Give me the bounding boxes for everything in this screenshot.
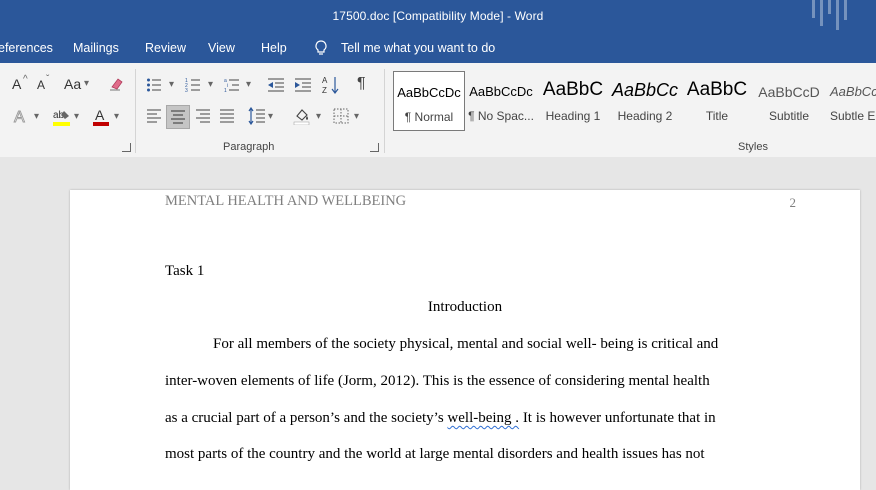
style-sample: AaBbCcDc — [397, 85, 461, 100]
svg-text:i: i — [227, 83, 228, 89]
chevron-down-icon: ▾ — [114, 111, 120, 122]
chevron-down-icon: ▾ — [316, 111, 322, 122]
styles-group-label: Styles — [738, 141, 768, 153]
page-header[interactable]: MENTAL HEALTH AND WELLBEING — [165, 193, 406, 210]
chevron-down-icon: ▾ — [34, 111, 40, 122]
flagged-word[interactable]: well-being . — [447, 410, 519, 426]
style-label: Heading 2 — [617, 109, 673, 123]
chevron-down-icon: ▾ — [169, 79, 175, 90]
tab-review[interactable]: Review — [145, 41, 186, 55]
text-effects-icon[interactable]: A — [12, 107, 30, 125]
shading-icon[interactable] — [293, 107, 311, 125]
paragraph-group-label: Paragraph — [223, 141, 275, 153]
font-dialog-launcher[interactable] — [122, 143, 131, 152]
style-sample: AaBbC — [542, 79, 604, 100]
style-sample: AaBbCc — [611, 80, 679, 100]
align-left-icon[interactable] — [146, 109, 162, 123]
tab-mailings[interactable]: Mailings — [73, 41, 119, 55]
highlight-color-icon[interactable]: ab — [52, 107, 72, 127]
svg-text:A: A — [14, 109, 25, 125]
style-sample: AaBbC — [686, 79, 748, 100]
numbering-icon[interactable]: 1 2 3 — [185, 77, 201, 93]
style-title[interactable]: AaBbC Title — [682, 71, 752, 129]
task-heading[interactable]: Task 1 — [165, 263, 204, 280]
ribbon: A ^ A ˇ Aa ▾ A ▾ ab ▾ A ▾ ▾ 1 2 3 ▾ a i … — [0, 63, 876, 158]
align-center-button[interactable] — [166, 105, 190, 129]
svg-text:A: A — [322, 76, 328, 85]
align-right-icon[interactable] — [195, 109, 211, 123]
shrink-font-button[interactable]: A — [37, 78, 45, 92]
body-line-2[interactable]: inter-woven elements of life (Jorm, 2012… — [165, 373, 710, 390]
grow-font-button[interactable]: A — [12, 76, 21, 92]
align-center-icon — [171, 110, 185, 124]
style-normal[interactable]: AaBbCcDc ¶ Normal — [393, 71, 465, 131]
show-formatting-marks-icon[interactable]: ¶ — [357, 75, 366, 93]
chevron-down-icon: ▾ — [354, 111, 360, 122]
style-subtle-emphasis[interactable]: AaBbCcD Subtle Em — [826, 71, 876, 129]
font-color-icon[interactable]: A — [92, 107, 110, 127]
style-label: Title — [705, 109, 729, 123]
tell-me-search[interactable]: Tell me what you want to do — [341, 41, 495, 55]
grow-font-sup-icon: ^ — [23, 74, 28, 85]
sort-icon[interactable]: AZ — [322, 75, 340, 95]
borders-icon[interactable] — [333, 108, 349, 124]
style-subtitle[interactable]: AaBbCcD Subtitle — [754, 71, 824, 129]
style-heading-2[interactable]: AaBbCc Heading 2 — [610, 71, 680, 129]
chevron-down-icon: ▾ — [84, 78, 90, 89]
svg-text:1: 1 — [224, 88, 227, 93]
title-bar: 17500.doc [Compatibility Mode] - Word — [0, 0, 876, 33]
svg-text:3: 3 — [185, 88, 188, 93]
chevron-down-icon: ▾ — [74, 111, 80, 122]
document-page[interactable]: MENTAL HEALTH AND WELLBEING 2 Task 1 Int… — [70, 190, 860, 490]
introduction-heading[interactable]: Introduction — [70, 299, 860, 316]
body-line-3-end: It is however unfortunate that in — [522, 410, 716, 426]
group-divider — [135, 69, 136, 153]
style-label: ¶ No Spac... — [468, 109, 534, 123]
style-label: Subtitle — [768, 109, 810, 123]
body-line-3[interactable]: as a crucial part of a person’s and the … — [165, 410, 716, 427]
tab-references[interactable]: eferences — [0, 41, 53, 55]
style-heading-1[interactable]: AaBbC Heading 1 — [538, 71, 608, 129]
chevron-down-icon: ▾ — [208, 79, 214, 90]
increase-indent-icon[interactable] — [294, 77, 312, 93]
style-sample: AaBbCcD — [758, 84, 820, 100]
change-case-button[interactable]: Aa — [64, 76, 81, 92]
style-sample: AaBbCcD — [830, 84, 876, 99]
clear-formatting-icon[interactable] — [108, 76, 124, 92]
paragraph-dialog-launcher[interactable] — [370, 143, 379, 152]
style-sample: AaBbCcDc — [469, 84, 533, 99]
tab-view[interactable]: View — [208, 41, 235, 55]
line-spacing-icon[interactable] — [248, 107, 266, 125]
style-label: Heading 1 — [545, 109, 601, 123]
body-line-1[interactable]: For all members of the society physical,… — [213, 336, 718, 353]
svg-text:Z: Z — [322, 86, 327, 95]
style-label: ¶ Normal — [404, 110, 454, 124]
style-no-spacing[interactable]: AaBbCcDc ¶ No Spac... — [466, 71, 536, 129]
decrease-indent-icon[interactable] — [267, 77, 285, 93]
page-number: 2 — [789, 195, 797, 210]
document-canvas[interactable]: MENTAL HEALTH AND WELLBEING 2 Task 1 Int… — [0, 157, 876, 490]
multilevel-list-icon[interactable]: a i 1 — [224, 77, 240, 93]
svg-text:A: A — [95, 107, 105, 123]
title-bar-pattern-icon — [812, 0, 847, 30]
lightbulb-icon — [315, 40, 327, 55]
tab-help[interactable]: Help — [261, 41, 287, 55]
chevron-down-icon: ▾ — [246, 79, 252, 90]
justify-icon[interactable] — [219, 109, 235, 123]
chevron-down-icon: ▾ — [268, 111, 274, 122]
bullets-icon[interactable] — [146, 77, 162, 93]
window-title: 17500.doc [Compatibility Mode] - Word — [332, 9, 544, 23]
ribbon-tabs: eferences Mailings Review View Help Tell… — [0, 33, 876, 63]
body-line-4[interactable]: most parts of the country and the world … — [165, 446, 705, 463]
shrink-font-sup-icon: ˇ — [46, 74, 50, 85]
style-label: Subtle Em — [830, 109, 876, 123]
group-divider — [384, 69, 385, 153]
body-line-3-start: as a crucial part of a person’s and the … — [165, 410, 448, 426]
